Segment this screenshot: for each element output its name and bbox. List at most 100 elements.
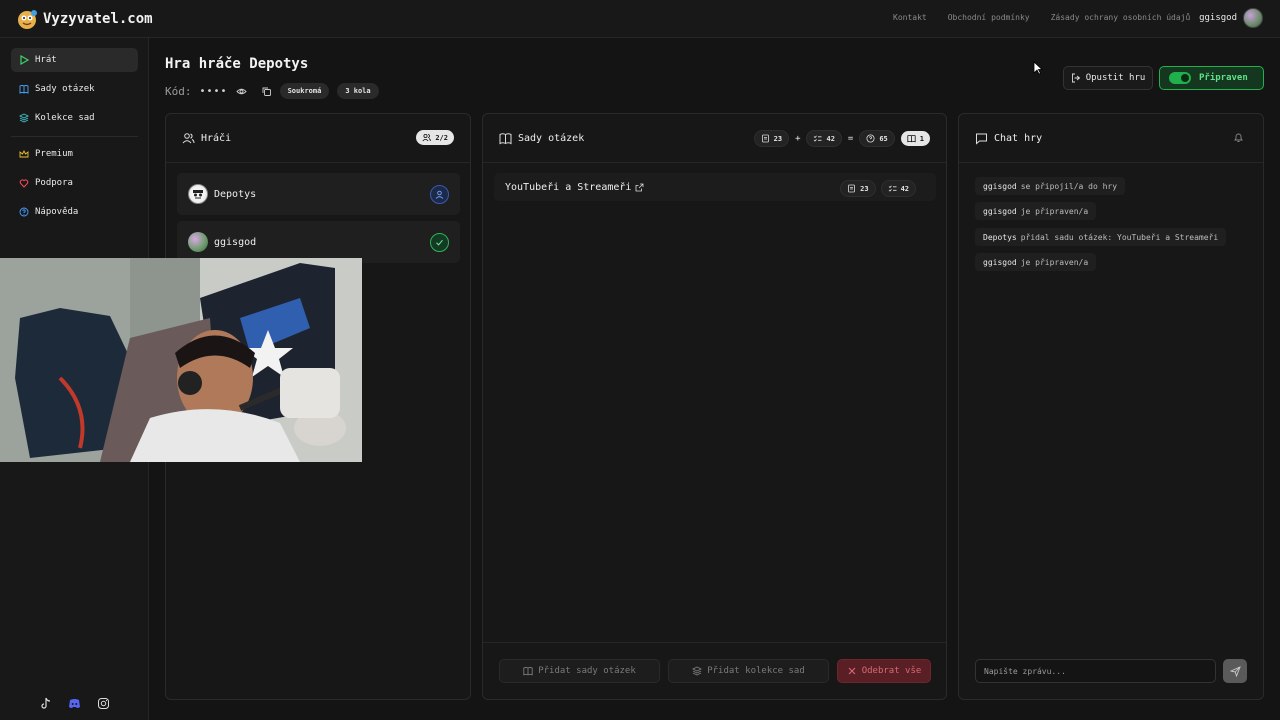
send-button[interactable] xyxy=(1223,659,1247,683)
ready-toggle[interactable] xyxy=(1169,72,1191,84)
logo-icon xyxy=(18,10,37,29)
bell-icon[interactable] xyxy=(1233,132,1244,143)
chat-input[interactable] xyxy=(975,659,1216,683)
remove-all-label: Odebrat vše xyxy=(861,666,922,676)
instagram-icon[interactable] xyxy=(97,697,110,710)
chat-message-text: přidal sadu otázek: YouTubeři a Streameř… xyxy=(1020,232,1219,242)
set-count-a: 23 xyxy=(840,180,876,197)
chat-title: Chat hry xyxy=(975,132,1042,145)
game-code: •••• xyxy=(199,85,228,97)
player-name: ggisgod xyxy=(214,236,257,248)
leave-game-button[interactable]: Opustit hru xyxy=(1063,66,1153,90)
set-count-a-value: 23 xyxy=(860,184,869,193)
chat-header: Chat hry xyxy=(959,114,1263,163)
host-badge xyxy=(430,185,449,204)
message-icon xyxy=(976,133,987,145)
sidebar-item-label: Nápověda xyxy=(35,207,79,217)
chat-message-text: se připojil/a do hry xyxy=(1020,181,1118,191)
top-links: Kontakt Obchodní podmínky Zásady ochrany… xyxy=(893,13,1190,22)
plus-sign: + xyxy=(795,133,801,144)
add-collections-label: Přidat kolekce sad xyxy=(707,666,805,676)
sidebar-item-label: Kolekce sad xyxy=(35,113,95,123)
question-sets-title: Sady otázek xyxy=(499,132,584,145)
question-circle-icon xyxy=(866,134,875,143)
book-icon xyxy=(907,135,916,143)
player-avatar xyxy=(188,232,208,252)
players-title: Hráči xyxy=(182,132,231,145)
sidebar-item-help[interactable]: Nápověda xyxy=(11,200,138,224)
close-icon xyxy=(848,667,856,675)
logo[interactable]: Vyzyvatel.com xyxy=(15,8,153,30)
discord-icon[interactable] xyxy=(68,697,81,710)
link-terms[interactable]: Obchodní podmínky xyxy=(948,13,1030,22)
avatar-face-icon xyxy=(191,187,205,201)
social-links xyxy=(39,697,110,710)
equals-sign: = xyxy=(847,133,854,144)
player-count: 2/2 xyxy=(435,133,448,142)
book-icon xyxy=(19,85,29,94)
sidebar-item-label: Premium xyxy=(35,149,73,159)
summary-sets: 1 xyxy=(900,131,930,146)
summary-total: 65 xyxy=(859,130,895,147)
chat-message-text: je připraven/a xyxy=(1020,257,1089,267)
question-sets-title-label: Sady otázek xyxy=(518,133,585,144)
player-row: ggisgod xyxy=(177,221,460,263)
sidebar-divider xyxy=(11,136,138,137)
top-bar: Vyzyvatel.com Kontakt Obchodní podmínky … xyxy=(0,0,1280,38)
layers-icon xyxy=(692,666,703,676)
link-privacy[interactable]: Zásady ochrany osobních údajů xyxy=(1051,13,1191,22)
question-set-row[interactable]: YouTubeři a Streameři 23 42 xyxy=(494,173,936,201)
set-count-b: 42 xyxy=(880,180,916,197)
file-icon xyxy=(848,184,856,193)
summary-count-b: 42 xyxy=(806,130,842,147)
user-menu[interactable]: ggisgod xyxy=(1199,8,1263,28)
user-icon xyxy=(435,190,444,199)
privacy-badge: Soukromá xyxy=(279,83,330,99)
chat-message: ggisgod je připraven/a xyxy=(975,202,1097,220)
ready-toggle-button[interactable]: Připraven xyxy=(1159,66,1264,90)
username: ggisgod xyxy=(1199,13,1237,23)
copy-icon[interactable] xyxy=(261,86,272,97)
page-title: Hra hráče Depotys xyxy=(165,56,309,72)
sidebar-item-support[interactable]: Podpora xyxy=(11,171,138,195)
eye-icon[interactable] xyxy=(235,86,247,97)
logout-icon xyxy=(1071,73,1080,83)
list-check-icon xyxy=(814,135,822,142)
users-icon xyxy=(182,133,195,144)
chat-message: ggisgod se připojil/a do hry xyxy=(975,177,1126,195)
chat-message-text: je připraven/a xyxy=(1020,206,1089,216)
question-set-name[interactable]: YouTubeři a Streameři xyxy=(505,182,631,193)
chat-message: ggisgod je připraven/a xyxy=(975,253,1097,271)
summary-total-value: 65 xyxy=(879,134,888,143)
code-label: Kód: xyxy=(165,84,192,98)
avatar[interactable] xyxy=(1243,8,1263,28)
webcam-overlay xyxy=(0,258,362,462)
users-icon xyxy=(422,133,432,142)
tiktok-icon[interactable] xyxy=(39,697,52,710)
sidebar-item-collections[interactable]: Kolekce sad xyxy=(11,106,138,130)
chat-message-user: ggisgod xyxy=(983,181,1017,191)
layers-icon xyxy=(19,113,29,123)
sidebar-item-label: Podpora xyxy=(35,178,73,188)
game-meta: Kód: •••• Soukromá 3 kola xyxy=(165,83,379,99)
summary-sets-value: 1 xyxy=(919,134,924,143)
sidebar-item-premium[interactable]: Premium xyxy=(11,142,138,166)
question-sets-header: Sady otázek 23 + 42 = 65 1 xyxy=(483,114,946,163)
players-title-label: Hráči xyxy=(201,133,232,144)
cursor-icon xyxy=(1033,61,1043,75)
add-question-sets-button[interactable]: Přidat sady otázek xyxy=(499,659,660,683)
add-collections-button[interactable]: Přidat kolekce sad xyxy=(668,659,829,683)
brand-name: Vyzyvatel.com xyxy=(43,11,153,27)
remove-all-button[interactable]: Odebrat vše xyxy=(837,659,931,683)
player-row: Depotys xyxy=(177,173,460,215)
external-link-icon[interactable] xyxy=(635,183,644,192)
chat-panel: Chat hry ggisgod se připojil/a do hry gg… xyxy=(958,113,1264,700)
chat-message: Depotys přidal sadu otázek: YouTubeři a … xyxy=(975,228,1227,246)
link-contact[interactable]: Kontakt xyxy=(893,13,927,22)
sidebar-item-play[interactable]: Hrát xyxy=(11,48,138,72)
sidebar-item-question-sets[interactable]: Sady otázek xyxy=(11,77,138,101)
book-icon xyxy=(499,133,512,145)
list-check-icon xyxy=(888,185,897,192)
players-panel-header: Hráči 2/2 xyxy=(166,114,470,163)
send-icon xyxy=(1229,665,1241,677)
